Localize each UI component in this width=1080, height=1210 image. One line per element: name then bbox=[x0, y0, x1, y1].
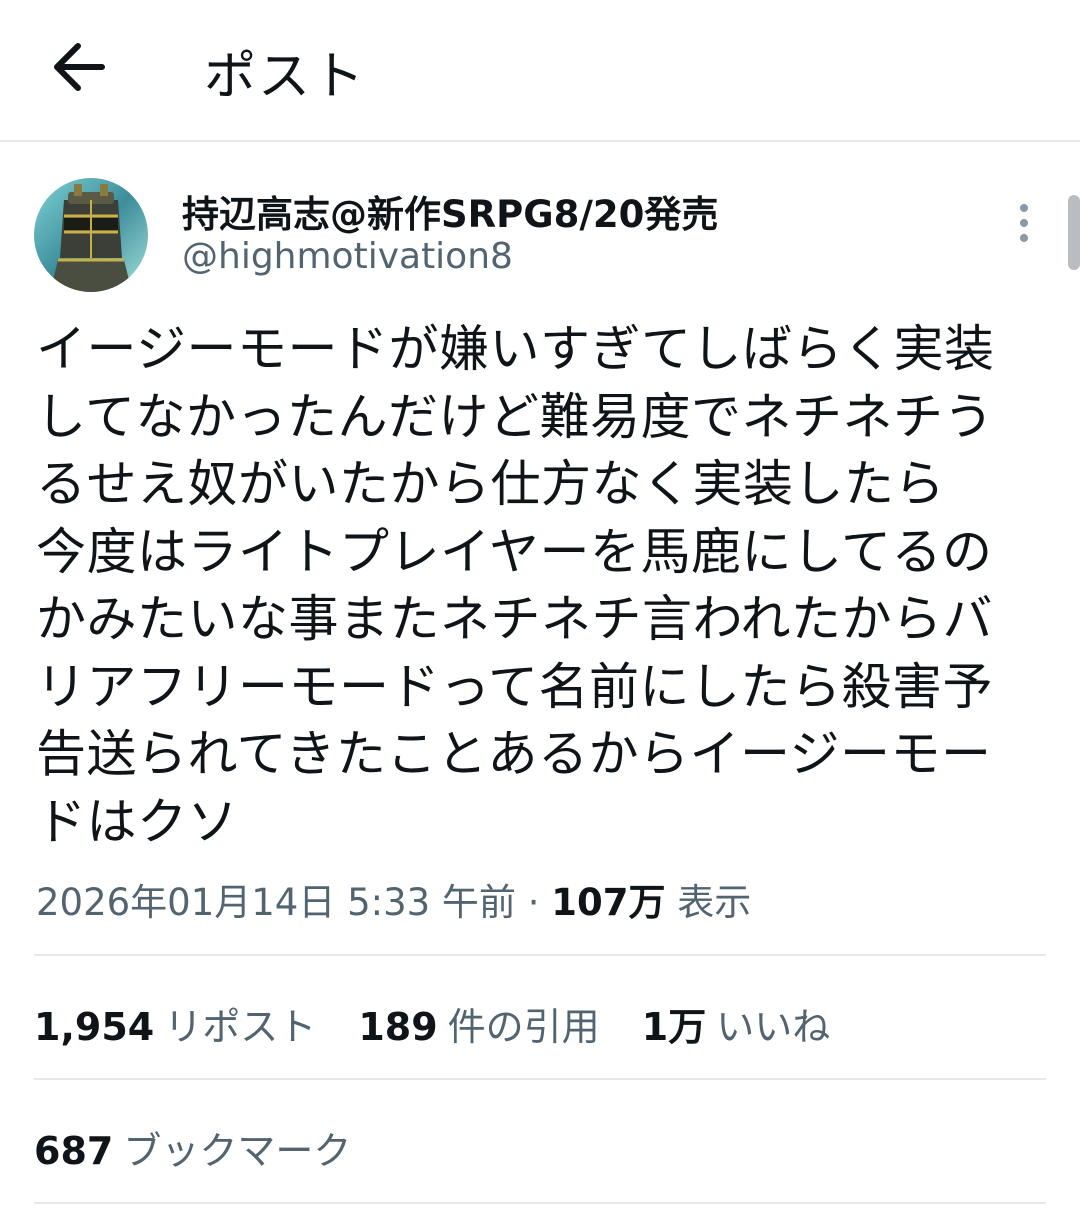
meta-separator: · bbox=[515, 881, 552, 924]
likes-stat[interactable]: 1万 いいね bbox=[642, 996, 830, 1051]
author-name[interactable]: 持辺高志@新作SRPG8/20発売 bbox=[182, 184, 718, 238]
bookmarks-group: 687 ブックマーク bbox=[34, 1120, 351, 1175]
engagement-stats: 1,954 リポスト 189 件の引用 1万 いいね bbox=[34, 996, 860, 1051]
post-timestamp[interactable]: 2026年01月14日 5:33 午前 bbox=[36, 881, 516, 924]
views-count: 107万 bbox=[551, 881, 666, 924]
back-button[interactable] bbox=[48, 38, 110, 96]
likes-count: 1万 bbox=[641, 1005, 707, 1049]
arrow-left-icon bbox=[54, 43, 105, 91]
reposts-count: 1,954 bbox=[34, 1005, 155, 1049]
quotes-count: 189 bbox=[358, 1005, 438, 1049]
bookmarks-stat[interactable]: 687 ブックマーク bbox=[34, 1120, 351, 1175]
bookmarks-count: 687 bbox=[34, 1129, 114, 1173]
page-title: ポスト bbox=[204, 47, 367, 107]
knight-avatar-image bbox=[34, 178, 148, 292]
scrollbar-thumb[interactable] bbox=[1068, 195, 1080, 270]
divider bbox=[34, 1202, 1046, 1204]
quotes-stat[interactable]: 189 件の引用 bbox=[358, 996, 599, 1051]
divider bbox=[34, 954, 1046, 956]
avatar[interactable] bbox=[34, 178, 148, 292]
likes-label: いいね bbox=[716, 1005, 831, 1049]
quotes-label: 件の引用 bbox=[447, 1005, 600, 1049]
views-label: 表示 bbox=[677, 881, 752, 924]
more-vertical-icon bbox=[1020, 204, 1028, 242]
divider bbox=[34, 1078, 1046, 1080]
bookmarks-label: ブックマーク bbox=[123, 1129, 352, 1173]
author-handle[interactable]: @highmotivation8 bbox=[182, 236, 513, 277]
top-bar: ポスト bbox=[0, 0, 1080, 142]
more-options-button[interactable] bbox=[1006, 198, 1042, 248]
post-text: イージーモードが嫌いすぎてしばらく実装 してなかったんだけど難易度でネチネチう … bbox=[36, 320, 995, 851]
reposts-label: リポスト bbox=[164, 1005, 317, 1049]
reposts-stat[interactable]: 1,954 リポスト bbox=[34, 996, 316, 1051]
post-meta: 2026年01月14日 5:33 午前 · 107万 表示 bbox=[36, 872, 751, 926]
